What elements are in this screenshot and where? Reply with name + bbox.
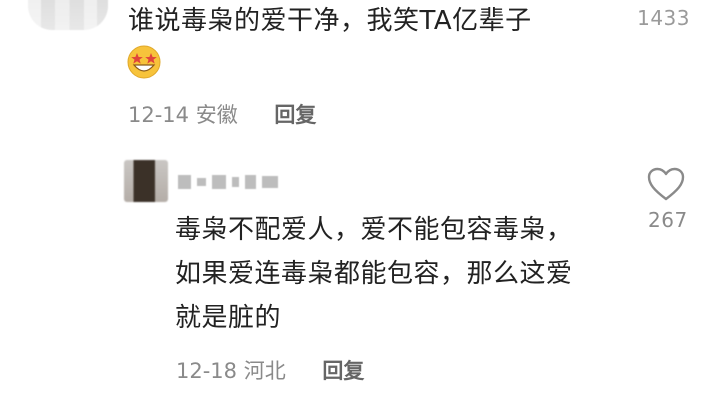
- heart-outline-icon[interactable]: [646, 166, 686, 202]
- comment-thread: 谁说毒枭的爱干净，我笑TA亿辈子 12-14 安徽 回复 1433 毒枭不配爱人…: [0, 0, 720, 405]
- comment-like-count: 1433: [637, 6, 690, 30]
- replier-avatar-blurred[interactable]: [124, 160, 168, 202]
- reply-location: 河北: [243, 359, 286, 383]
- replier-username-blurred[interactable]: [178, 173, 278, 191]
- comment-date: 12-14: [128, 103, 190, 127]
- reply-meta: 12-18 河北 回复: [176, 356, 364, 386]
- comment-location: 安徽: [195, 103, 238, 127]
- comment-meta: 12-14 安徽 回复: [128, 100, 316, 130]
- reply-date: 12-18: [176, 359, 238, 383]
- comment-text: 谁说毒枭的爱干净，我笑TA亿辈子: [128, 6, 532, 36]
- reply-to-reply-button[interactable]: 回复: [322, 359, 364, 383]
- reply-text: 毒枭不配爱人，爱不能包容毒枭，如果爱连毒枭都能包容，那么这爱就是脏的: [175, 215, 573, 333]
- commenter-avatar-blurred[interactable]: [28, 0, 108, 30]
- reply-button[interactable]: 回复: [274, 103, 316, 127]
- grinning-star-eyes-emoji: [127, 45, 161, 79]
- reply-like-count: 267: [648, 208, 688, 232]
